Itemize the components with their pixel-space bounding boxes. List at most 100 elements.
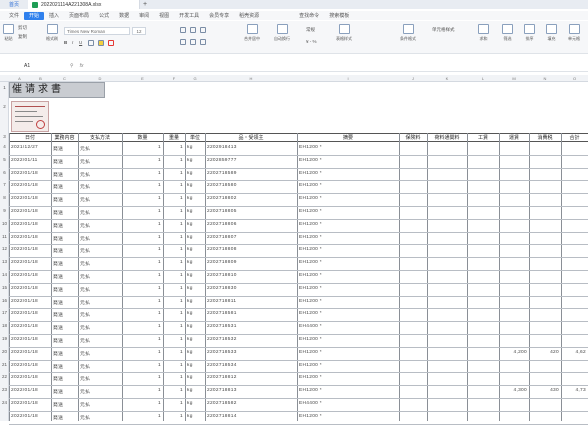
table-cell[interactable]: kg: [187, 401, 203, 406]
table-cell[interactable]: 発送: [53, 350, 76, 357]
copy-button[interactable]: 复制: [18, 34, 27, 40]
table-cell[interactable]: 元払: [80, 414, 120, 421]
table-cell[interactable]: 元払: [80, 158, 120, 165]
row-header[interactable]: 11: [0, 234, 9, 239]
table-cell[interactable]: 発送: [53, 363, 76, 370]
table-cell[interactable]: kg: [187, 375, 203, 380]
table-cell[interactable]: kg: [187, 363, 203, 368]
table-cell[interactable]: EH1200 *: [299, 311, 397, 316]
table-cell[interactable]: EH1200 *: [299, 235, 397, 240]
align-bottom-icon[interactable]: [200, 27, 206, 33]
table-cell[interactable]: 1: [165, 222, 183, 227]
table-cell[interactable]: 2202718589: [207, 171, 295, 176]
align-top-icon[interactable]: [180, 27, 186, 33]
table-cell[interactable]: 発送: [53, 158, 76, 165]
table-cell[interactable]: 2202718807: [207, 235, 295, 240]
table-cell[interactable]: 元払: [80, 171, 120, 178]
table-cell[interactable]: 元払: [80, 363, 120, 370]
table-cell[interactable]: 2202859777: [207, 158, 295, 163]
column-header[interactable]: A: [9, 75, 30, 82]
table-cell[interactable]: 発送: [53, 235, 76, 242]
table-cell[interactable]: EH1200 *: [299, 375, 397, 380]
align-center-icon[interactable]: [190, 39, 196, 45]
table-cell[interactable]: 2202718580: [207, 183, 295, 188]
table-cell[interactable]: EH4400 *: [299, 401, 397, 406]
table-cell[interactable]: 発送: [53, 311, 76, 318]
table-cell[interactable]: 元払: [80, 350, 120, 357]
column-header[interactable]: F: [163, 75, 185, 82]
table-cell[interactable]: 2202718534: [207, 363, 295, 368]
table-cell[interactable]: EH1200 *: [299, 388, 397, 393]
table-cell[interactable]: EH1200 *: [299, 363, 397, 368]
tab-file[interactable]: 2022021114A221308A.xlsx: [28, 0, 140, 9]
table-cell[interactable]: 2022/01/18: [11, 196, 49, 201]
table-cell[interactable]: 1: [124, 171, 161, 176]
table-cell[interactable]: EH1200 *: [299, 337, 397, 342]
table-cell[interactable]: 2202718806: [207, 222, 295, 227]
table-cell[interactable]: EH1200 *: [299, 222, 397, 227]
table-cell[interactable]: 1: [124, 273, 161, 278]
fill-color-icon[interactable]: [98, 40, 104, 46]
table-cell[interactable]: 4,300: [501, 388, 527, 393]
table-header-cell[interactable]: 支払方法: [78, 134, 122, 142]
row-header[interactable]: 10: [0, 221, 9, 226]
table-cell[interactable]: 発送: [53, 388, 76, 395]
table-header-cell[interactable]: 摘要: [297, 134, 399, 142]
table-cell[interactable]: 2022/01/18: [11, 247, 49, 252]
font-size-select[interactable]: 12: [132, 27, 146, 35]
table-cell[interactable]: 2022/01/18: [11, 209, 49, 214]
table-cell[interactable]: kg: [187, 209, 203, 214]
table-cell[interactable]: 1: [165, 209, 183, 214]
fx-button[interactable]: fx: [80, 63, 84, 69]
table-cell[interactable]: 1: [124, 222, 161, 227]
table-cell[interactable]: 元払: [80, 286, 120, 293]
new-tab-button[interactable]: +: [140, 0, 150, 9]
table-cell[interactable]: 1: [124, 183, 161, 188]
menu-item[interactable]: 开发工具: [174, 12, 204, 20]
table-cell[interactable]: EH1200 *: [299, 247, 397, 252]
table-cell[interactable]: kg: [187, 273, 203, 278]
table-cell[interactable]: 1: [165, 235, 183, 240]
row-header[interactable]: 24: [0, 400, 9, 405]
table-header-cell[interactable]: 荷料通関料: [427, 134, 467, 142]
table-cell[interactable]: kg: [187, 183, 203, 188]
table-cell[interactable]: 1: [165, 311, 183, 316]
table-cell[interactable]: 元払: [80, 311, 120, 318]
table-cell[interactable]: 1: [124, 311, 161, 316]
table-cell[interactable]: kg: [187, 299, 203, 304]
table-cell[interactable]: 元払: [80, 299, 120, 306]
column-header[interactable]: D: [78, 75, 122, 82]
table-header-cell[interactable]: 日付: [9, 134, 51, 142]
table-cell[interactable]: 1: [124, 209, 161, 214]
column-header[interactable]: B: [30, 75, 51, 82]
number-format-select[interactable]: 常规: [306, 27, 315, 33]
table-cell[interactable]: 2022/01/18: [11, 414, 49, 419]
table-cell[interactable]: kg: [187, 388, 203, 393]
table-cell[interactable]: 2202718533: [207, 350, 295, 355]
table-cell[interactable]: 元払: [80, 260, 120, 267]
table-header-cell[interactable]: 品・受領主: [205, 134, 297, 142]
table-cell[interactable]: 4,73: [563, 388, 586, 393]
table-cell[interactable]: 元払: [80, 273, 120, 280]
table-cell[interactable]: 2022/01/18: [11, 286, 49, 291]
cell-button[interactable]: 单元格: [568, 24, 580, 42]
column-header[interactable]: M: [499, 75, 529, 82]
table-cell[interactable]: 2022/01/11: [11, 158, 49, 163]
row-header[interactable]: 6: [0, 170, 9, 175]
table-header-cell[interactable]: 重量: [163, 134, 185, 142]
table-cell[interactable]: 1: [124, 145, 161, 150]
table-cell[interactable]: 2022/01/18: [11, 235, 49, 240]
underline-button[interactable]: U: [79, 40, 82, 45]
table-header-cell[interactable]: 業務内容: [51, 134, 78, 142]
table-cell[interactable]: 1: [124, 247, 161, 252]
table-cell[interactable]: 2202718532: [207, 337, 295, 342]
table-header-cell[interactable]: 数量: [122, 134, 163, 142]
table-cell[interactable]: 1: [124, 158, 161, 163]
table-cell[interactable]: kg: [187, 145, 203, 150]
row-header[interactable]: 19: [0, 336, 9, 341]
table-cell[interactable]: 1: [124, 196, 161, 201]
table-cell[interactable]: 2022/01/18: [11, 260, 49, 265]
table-cell[interactable]: EH1200 *: [299, 286, 397, 291]
table-cell[interactable]: 1: [165, 183, 183, 188]
table-cell[interactable]: 430: [531, 388, 559, 393]
